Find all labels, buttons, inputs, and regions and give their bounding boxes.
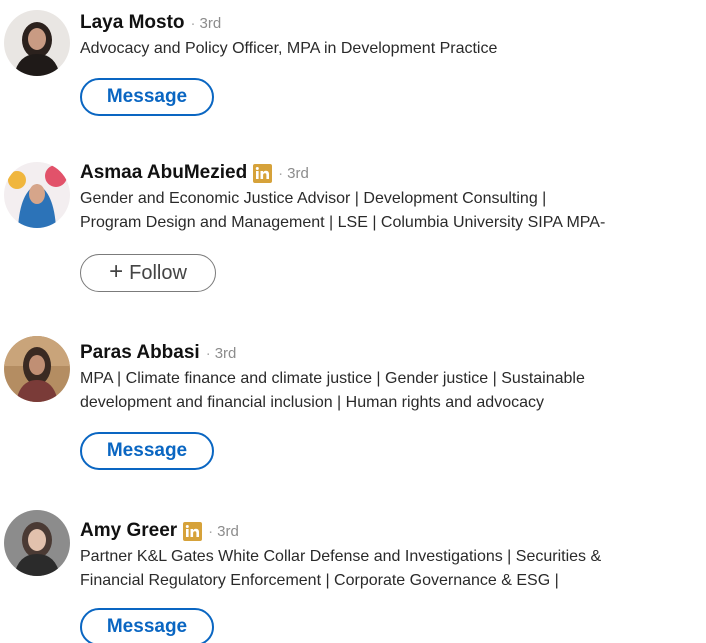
headline-line: Partner K&L Gates White Collar Defense a… [80,548,602,565]
headline-line: Program Design and Management | LSE | Co… [80,214,606,231]
name-line: Asmaa AbuMezied · 3rd [80,160,706,186]
name-line: Amy Greer · 3rd [80,518,706,544]
name-line: Laya Mosto · 3rd [80,10,706,36]
person-headline: Partner K&L Gates White Collar Defense a… [80,545,706,593]
follow-button[interactable]: + Follow [80,254,216,292]
person-name-link[interactable]: Laya Mosto [80,12,185,34]
headline-line: Advocacy and Policy Officer, MPA in Deve… [80,40,498,57]
plus-icon: + [109,258,124,285]
connection-degree: 3rd [199,14,222,32]
follow-button-label: Follow [129,261,187,284]
headline-line: Financial Regulatory Enforcement | Corpo… [80,572,559,589]
headline-line: development and financial inclusion | Hu… [80,394,544,411]
separator-dot: · [208,522,214,540]
linkedin-premium-icon [253,163,273,183]
message-button[interactable]: Message [80,608,214,643]
connection-degree: 3rd [217,522,239,540]
avatar[interactable] [4,510,70,576]
avatar[interactable] [4,336,70,402]
connection-degree: 3rd [287,164,309,182]
separator-dot: · [190,14,196,32]
person-headline: MPA | Climate finance and climate justic… [80,367,706,415]
person-name-link[interactable]: Paras Abbasi [80,342,200,364]
person-headline: Gender and Economic Justice Advisor | De… [80,187,706,235]
message-button-label: Message [106,616,188,637]
search-results-list: Laya Mosto · 3rd Advocacy and Policy Off… [0,0,706,643]
result-info: Laya Mosto · 3rd Advocacy and Policy Off… [80,10,706,61]
person-name-link[interactable]: Amy Greer [80,520,177,542]
avatar[interactable] [4,10,70,76]
person-name-link[interactable]: Asmaa AbuMezied [80,162,247,184]
message-button[interactable]: Message [80,78,214,116]
separator-dot: · [278,164,284,182]
separator-dot: · [205,344,211,362]
message-button-label: Message [106,440,188,461]
linkedin-premium-icon [183,521,203,541]
message-button[interactable]: Message [80,432,214,470]
message-button-label: Message [106,86,188,107]
result-info: Paras Abbasi · 3rd MPA | Climate finance… [80,340,706,415]
name-line: Paras Abbasi · 3rd [80,340,706,366]
result-info: Amy Greer · 3rd Partner K&L Gates White … [80,518,706,593]
headline-line: Gender and Economic Justice Advisor | De… [80,190,547,207]
avatar[interactable] [4,162,70,228]
result-info: Asmaa AbuMezied · 3rd Gender and Economi… [80,160,706,235]
connection-degree: 3rd [214,344,237,362]
person-headline: Advocacy and Policy Officer, MPA in Deve… [80,37,706,61]
headline-line: MPA | Climate finance and climate justic… [80,370,585,387]
